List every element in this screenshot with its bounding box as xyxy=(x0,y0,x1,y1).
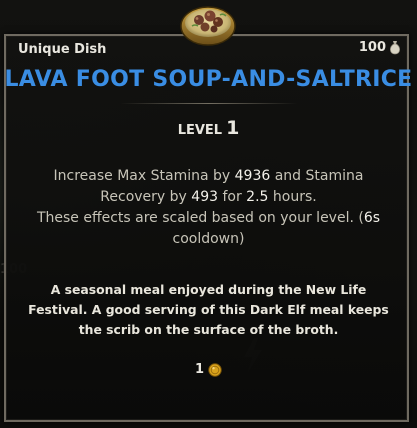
item-flavor-text: A seasonal meal enjoyed during the New L… xyxy=(28,282,389,337)
item-level: LEVEL 1 xyxy=(0,117,417,139)
cost-amount: 1 xyxy=(194,362,205,377)
item-cost: 1 xyxy=(0,362,417,377)
money-bag-icon xyxy=(389,41,401,55)
cooldown-amount: 6s xyxy=(363,210,381,226)
level-label: LEVEL xyxy=(177,123,223,138)
gold-coin-icon xyxy=(208,362,222,377)
effect-text: hours. xyxy=(268,189,317,205)
effect-scaling-text: cooldown) xyxy=(172,231,245,247)
effect-text: Increase Max Stamina by xyxy=(53,168,235,184)
soup-bowl-icon xyxy=(178,2,238,48)
item-type-label: Unique Dish xyxy=(18,42,107,57)
duration-amount: 2.5 xyxy=(246,189,269,205)
effect-text: for xyxy=(218,189,247,205)
recovery-amount: 493 xyxy=(191,189,219,205)
title-divider xyxy=(120,103,297,104)
item-value: 100 xyxy=(359,40,401,55)
item-name: LAVA FOOT SOUP-AND-SALTRICE xyxy=(4,67,413,92)
item-value-amount: 100 xyxy=(358,40,386,55)
item-effect-text: Increase Max Stamina by 4936 and Stamina… xyxy=(30,166,387,250)
effect-scaling-text: These effects are scaled based on your l… xyxy=(36,210,364,226)
level-value: 1 xyxy=(226,117,240,139)
stamina-amount: 4936 xyxy=(234,168,271,184)
